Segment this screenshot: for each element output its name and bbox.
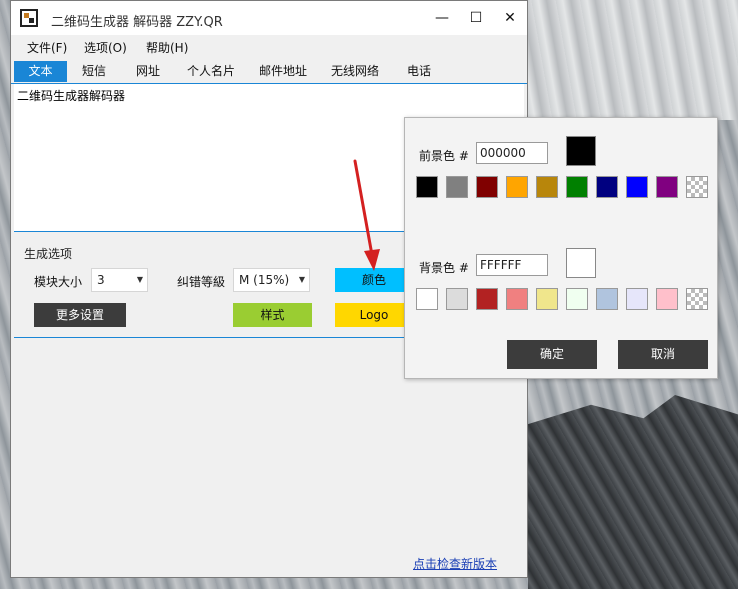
cancel-button[interactable]: 取消 (618, 340, 708, 369)
tab-vcard[interactable]: 个人名片 (183, 61, 239, 82)
window-title: 二维码生成器 解码器 ZZY.QR (51, 15, 223, 30)
background-swatch-1[interactable] (446, 288, 468, 310)
title-bar[interactable]: 二维码生成器 解码器 ZZY.QR — ☐ ✕ (11, 1, 527, 35)
foreground-swatch-0[interactable] (416, 176, 438, 198)
foreground-swatch-6[interactable] (596, 176, 618, 198)
background-label: 背景色 # (419, 261, 469, 275)
tab-wifi[interactable]: 无线网络 (327, 61, 383, 82)
background-swatch-5[interactable] (566, 288, 588, 310)
ok-button[interactable]: 确定 (507, 340, 597, 369)
check-update-link[interactable]: 点击检查新版本 (413, 555, 497, 572)
background-swatch-8[interactable] (656, 288, 678, 310)
desktop-background-rock-dark (528, 395, 738, 589)
menu-file[interactable]: 文件(F) (27, 39, 67, 56)
foreground-swatch-4[interactable] (536, 176, 558, 198)
chevron-down-icon: ▼ (298, 275, 305, 284)
foreground-hex-input[interactable]: 000000 (476, 142, 548, 164)
style-button[interactable]: 样式 (233, 303, 312, 327)
foreground-label: 前景色 # (419, 149, 469, 163)
tab-bar: 文本 短信 网址 个人名片 邮件地址 无线网络 电话 (11, 61, 527, 84)
foreground-preview (566, 136, 596, 166)
background-swatch-9[interactable] (686, 288, 708, 310)
error-level-value: M (15%) (239, 273, 290, 287)
background-swatch-3[interactable] (506, 288, 528, 310)
logo-button[interactable]: Logo (335, 303, 413, 327)
tab-url[interactable]: 网址 (125, 61, 171, 82)
more-settings-button[interactable]: 更多设置 (34, 303, 126, 327)
annotation-arrow-icon (353, 159, 380, 271)
color-picker-dialog: 前景色 # 000000 背景色 # FFFFFF 确定 取消 (404, 117, 718, 379)
maximize-button[interactable]: ☐ (459, 1, 493, 35)
module-size-select[interactable]: 3 ▼ (91, 268, 148, 292)
error-level-label: 纠错等級 (177, 275, 226, 289)
tab-sms[interactable]: 短信 (71, 61, 117, 82)
tab-text[interactable]: 文本 (14, 61, 67, 82)
foreground-swatch-7[interactable] (626, 176, 648, 198)
module-size-value: 3 (97, 273, 105, 287)
background-swatch-2[interactable] (476, 288, 498, 310)
tab-phone[interactable]: 电话 (397, 61, 441, 82)
background-swatch-0[interactable] (416, 288, 438, 310)
foreground-swatch-2[interactable] (476, 176, 498, 198)
background-swatch-6[interactable] (596, 288, 618, 310)
foreground-swatch-8[interactable] (656, 176, 678, 198)
background-hex-input[interactable]: FFFFFF (476, 254, 548, 276)
qr-app-icon (20, 9, 38, 27)
background-swatch-4[interactable] (536, 288, 558, 310)
menu-options[interactable]: 选项(O) (84, 39, 127, 56)
background-swatch-7[interactable] (626, 288, 648, 310)
foreground-swatch-5[interactable] (566, 176, 588, 198)
foreground-swatch-9[interactable] (686, 176, 708, 198)
error-level-select[interactable]: M (15%) ▼ (233, 268, 310, 292)
menu-help[interactable]: 帮助(H) (146, 39, 188, 56)
module-size-label: 模块大小 (34, 275, 83, 289)
desktop-background-rock-light (528, 0, 738, 120)
tab-email[interactable]: 邮件地址 (255, 61, 311, 82)
options-title: 生成选项 (24, 247, 73, 261)
menu-bar: 文件(F) 选项(O) 帮助(H) (11, 35, 527, 57)
foreground-swatch-1[interactable] (446, 176, 468, 198)
chevron-down-icon: ▼ (136, 275, 143, 284)
close-button[interactable]: ✕ (493, 1, 527, 35)
minimize-button[interactable]: — (425, 1, 459, 35)
foreground-swatch-3[interactable] (506, 176, 528, 198)
background-preview (566, 248, 596, 278)
